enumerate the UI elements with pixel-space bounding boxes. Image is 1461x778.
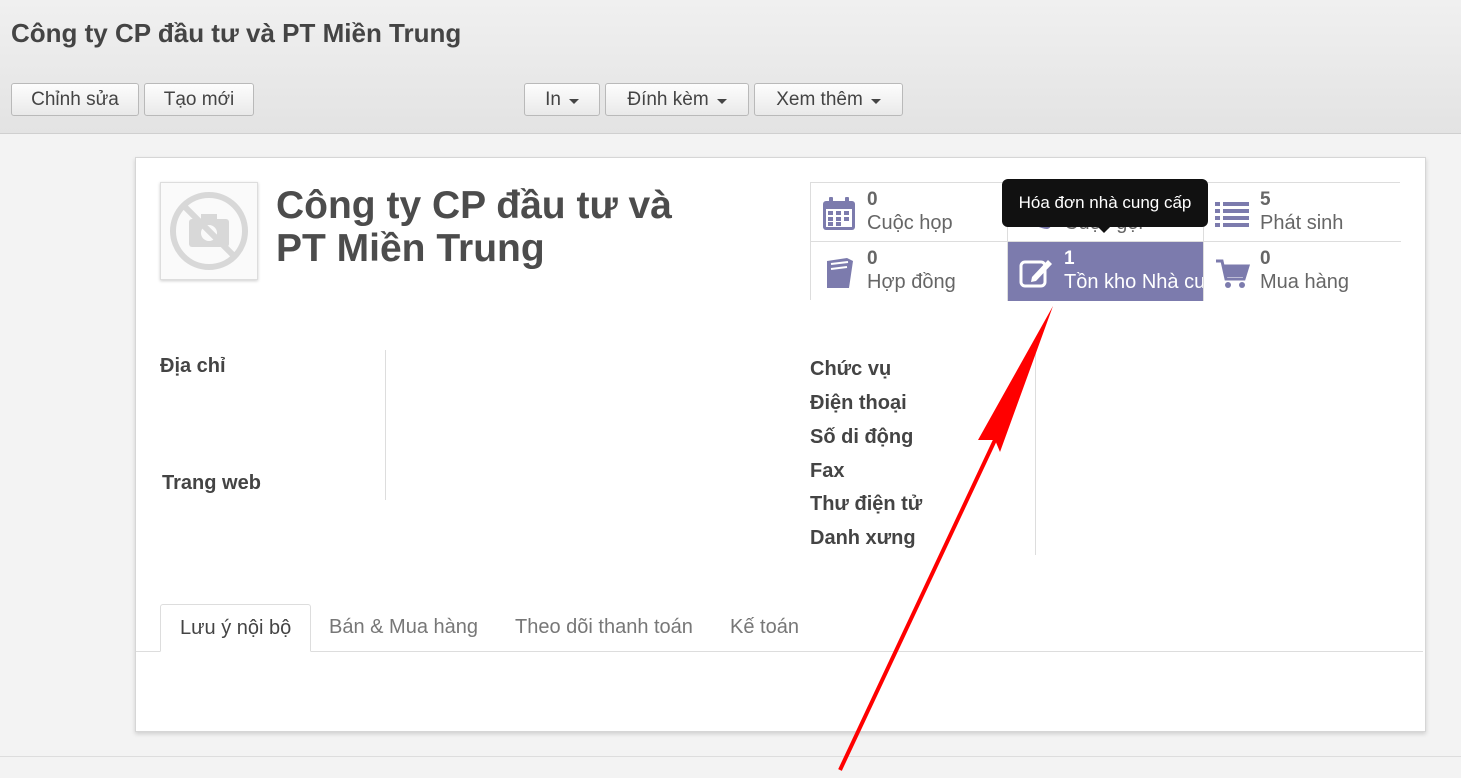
smart-button-supplier-stock[interactable]: 1 Tồn kho Nhà cung cấp [1008, 242, 1204, 301]
right-column-divider [1035, 350, 1036, 555]
tooltip: Hóa đơn nhà cung cấp [1002, 179, 1208, 233]
list-icon [1215, 202, 1249, 227]
partner-name-line-2: PT Miền Trung [276, 227, 545, 270]
print-dropdown[interactable]: In [524, 83, 600, 116]
smart-button-label: Phát sinh [1260, 212, 1344, 234]
smart-button-label: Hợp đồng [867, 271, 956, 293]
website-label: Trang web [162, 472, 261, 494]
smart-button-label: Mua hàng [1260, 271, 1349, 293]
smart-button-value: 0 [1260, 248, 1271, 269]
tab-sales-purchases[interactable]: Bán & Mua hàng [310, 604, 497, 651]
notebook-tabs: Lưu ý nội bộ Bán & Mua hàng Theo dõi tha… [136, 604, 1423, 652]
partner-name-line-1: Công ty CP đầu tư và [276, 184, 672, 227]
no-image-camera-icon [170, 192, 248, 270]
caret-down-icon [870, 98, 881, 104]
edit-button[interactable]: Chỉnh sửa [11, 83, 139, 116]
tab-internal-notes[interactable]: Lưu ý nội bộ [160, 604, 312, 652]
title-label: Danh xưng [810, 527, 916, 549]
smart-button-value: 0 [867, 189, 878, 210]
calendar-icon [823, 197, 855, 230]
more-dropdown-label: Xem thêm [776, 88, 863, 110]
smart-button-value: 0 [867, 248, 878, 269]
breadcrumb-title: Công ty CP đầu tư và PT Miền Trung [11, 18, 462, 48]
caret-down-icon [716, 98, 727, 104]
edit-icon [1019, 260, 1052, 288]
smart-button-value: 1 [1064, 248, 1075, 269]
more-dropdown[interactable]: Xem thêm [754, 83, 903, 116]
attachment-dropdown[interactable]: Đính kèm [605, 83, 749, 116]
attachment-dropdown-label: Đính kèm [627, 88, 709, 110]
book-icon [827, 258, 853, 288]
partner-avatar[interactable] [160, 182, 258, 280]
smart-button-purchases[interactable]: 0 Mua hàng [1204, 242, 1401, 301]
address-label: Địa chỉ [160, 355, 226, 377]
smart-button-label: Cuộc họp [867, 212, 953, 234]
smart-button-contracts[interactable]: 0 Hợp đồng [811, 242, 1008, 301]
cart-icon [1216, 259, 1250, 288]
caret-down-icon [568, 98, 579, 104]
left-column-divider [385, 350, 386, 500]
mobile-label: Số di động [810, 426, 914, 448]
print-dropdown-label: In [545, 88, 561, 110]
fax-label: Fax [810, 460, 845, 482]
form-sheet: Công ty CP đầu tư và PT Miền Trung 0 Cuộ… [135, 157, 1426, 732]
smart-button-journal-items[interactable]: 5 Phát sinh [1204, 183, 1401, 242]
footer-divider [0, 756, 1461, 757]
partner-name: Công ty CP đầu tư và PT Miền Trung [276, 184, 696, 270]
phone-label: Điện thoại [810, 392, 907, 414]
function-label: Chức vụ [810, 358, 892, 380]
tab-payment-follow-up[interactable]: Theo dõi thanh toán [496, 604, 712, 651]
control-panel: Công ty CP đầu tư và PT Miền Trung Chỉnh… [0, 0, 1461, 134]
smart-button-meetings[interactable]: 0 Cuộc họp [811, 183, 1008, 242]
tab-accounting[interactable]: Kế toán [711, 604, 818, 651]
email-label: Thư điện tử [810, 493, 923, 515]
smart-button-value: 5 [1260, 189, 1271, 210]
create-button[interactable]: Tạo mới [144, 83, 254, 116]
smart-button-label: Tồn kho Nhà cung cấp [1064, 271, 1204, 293]
